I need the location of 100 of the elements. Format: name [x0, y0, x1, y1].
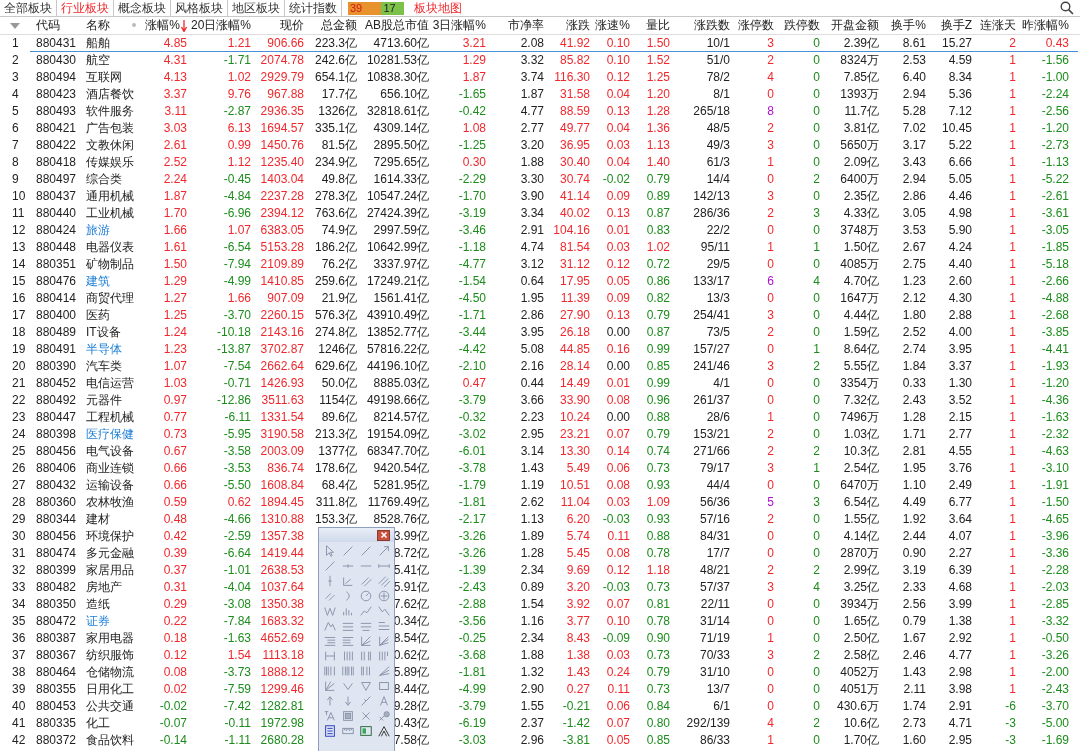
table-cell: 1	[1009, 461, 1016, 475]
column-header[interactable]: 涨跌数	[694, 17, 730, 34]
column-header[interactable]: 名称	[86, 17, 110, 34]
table-cell: 2.94	[902, 172, 926, 186]
table-cell: 1.28	[520, 546, 544, 560]
table-cell: 1282.81	[260, 699, 304, 713]
table-cell: 0.07	[606, 427, 630, 441]
column-header[interactable]: 3日涨幅%	[432, 17, 486, 34]
table-cell: 95/11	[700, 240, 730, 254]
column-header[interactable]: 连涨天	[980, 17, 1016, 34]
table-cell: 48/21	[699, 563, 730, 577]
table-cell: 10/1	[706, 36, 730, 50]
table-cell: 3	[767, 36, 774, 50]
table-cell: -1.71	[223, 53, 251, 67]
table-cell: 3.19	[902, 563, 926, 577]
table-cell: 2.44	[902, 529, 926, 543]
column-header[interactable]: AB股总市值	[365, 17, 429, 34]
table-cell: 1	[813, 461, 820, 475]
table-cell: -1.54	[458, 274, 486, 288]
table-cell: 2.91	[520, 223, 544, 237]
table-cell: 0.99	[227, 138, 251, 152]
column-header[interactable]: 20日涨幅%	[190, 17, 251, 34]
table-cell: 1.65亿	[843, 614, 879, 628]
table-cell: 76.2亿	[321, 257, 357, 271]
table-cell: 2.49	[948, 478, 972, 492]
table-cell: 28/6	[706, 410, 730, 424]
table-cell: 3748万	[840, 223, 879, 237]
column-header[interactable]: 代码	[36, 17, 60, 34]
table-cell: 26.18	[559, 325, 590, 339]
table-cell: -1.39	[458, 563, 486, 577]
table-cell: 5.55亿	[843, 359, 879, 373]
table-cell: 2.39亿	[843, 36, 879, 50]
table-cell: 0.44	[520, 376, 544, 390]
column-header[interactable]: 涨跌	[566, 17, 590, 34]
table-cell: 0	[767, 172, 774, 186]
name-cell: 电器仪表	[86, 240, 134, 254]
table-cell: 1.27	[163, 291, 187, 305]
table-cell: 2.73	[902, 716, 926, 730]
table-cell: 0.10	[606, 53, 630, 67]
table-cell: 311.8亿	[315, 495, 357, 509]
column-header[interactable]: 跌停数	[784, 17, 820, 34]
table-cell: 0.73	[163, 427, 187, 441]
table-cell: 10281.53亿	[366, 53, 429, 67]
table-cell: 1	[1009, 274, 1016, 288]
table-cell: 5.36	[948, 87, 972, 101]
column-header[interactable]: 开盘金额	[831, 17, 879, 34]
column-header[interactable]: 涨幅%	[145, 17, 180, 34]
table-cell: 1.84	[902, 359, 926, 373]
column-header[interactable]: 换手Z	[940, 17, 972, 34]
table-cell: 3.34	[520, 206, 544, 220]
table-cell: 5.49	[566, 461, 590, 475]
name-cell: 文教休闲	[86, 138, 134, 152]
column-header[interactable]: 换手%	[891, 17, 926, 34]
table-cell: 265/18	[693, 104, 730, 118]
row-number: 18	[12, 325, 26, 339]
table-cell: 1.60	[902, 733, 926, 747]
table-cell: 1.07	[163, 359, 187, 373]
table-cell: 1	[1009, 512, 1016, 526]
name-cell: 传媒娱乐	[86, 155, 134, 169]
column-header[interactable]: 涨速%	[595, 17, 630, 34]
table-cell: 1614.33亿	[373, 172, 429, 186]
table-cell: -2.32	[1041, 427, 1069, 441]
table-cell: 0.93	[646, 512, 670, 526]
table-cell: 88.59	[559, 104, 590, 118]
table-cell: 1.09	[646, 495, 670, 509]
table-cell: -1.00	[1041, 70, 1069, 84]
table-cell: 0	[813, 733, 820, 747]
table-cell: 44196.10亿	[366, 359, 429, 373]
table-cell: 0	[813, 104, 820, 118]
column-header[interactable]: 昨涨幅%	[1022, 17, 1069, 34]
table-cell: 14.49	[559, 376, 590, 390]
table-cell: 3.17	[902, 138, 926, 152]
table-cell: 10.24	[559, 410, 590, 424]
table-cell: 7.58亿	[393, 733, 429, 747]
table-cell: 2638.53	[260, 563, 304, 577]
table-cell: -4.99	[223, 274, 251, 288]
column-header[interactable]: 市净率	[508, 17, 544, 34]
table-cell: 0	[813, 597, 820, 611]
column-header[interactable]: 涨停数	[738, 17, 774, 34]
column-header[interactable]: 总金额	[321, 17, 357, 34]
table-cell: 41.14	[559, 189, 590, 203]
map-link[interactable]: 板块地图	[414, 0, 462, 16]
table-cell: 31/10	[699, 665, 730, 679]
table-cell: 4.59	[948, 53, 972, 67]
table-cell: -0.03	[602, 580, 630, 594]
table-cell: 2	[813, 444, 820, 458]
code-cell: 880489	[36, 325, 77, 339]
code-cell: 880424	[36, 223, 77, 237]
name-cell: 食品饮料	[86, 733, 134, 747]
column-header[interactable]: 现价	[280, 17, 304, 34]
table-cell: 3.53	[902, 223, 926, 237]
table-cell: 11.7亿	[844, 104, 879, 118]
table-cell: 6	[767, 274, 774, 288]
table-cell: -2.28	[1041, 563, 1069, 577]
table-cell: 19154.09亿	[366, 427, 429, 441]
table-cell: 10547.24亿	[366, 189, 429, 203]
column-header[interactable]: 量比	[646, 17, 670, 34]
table-cell: 4.98	[948, 206, 972, 220]
table-cell: 0.04	[606, 121, 630, 135]
table-cell: -4.50	[458, 291, 486, 305]
